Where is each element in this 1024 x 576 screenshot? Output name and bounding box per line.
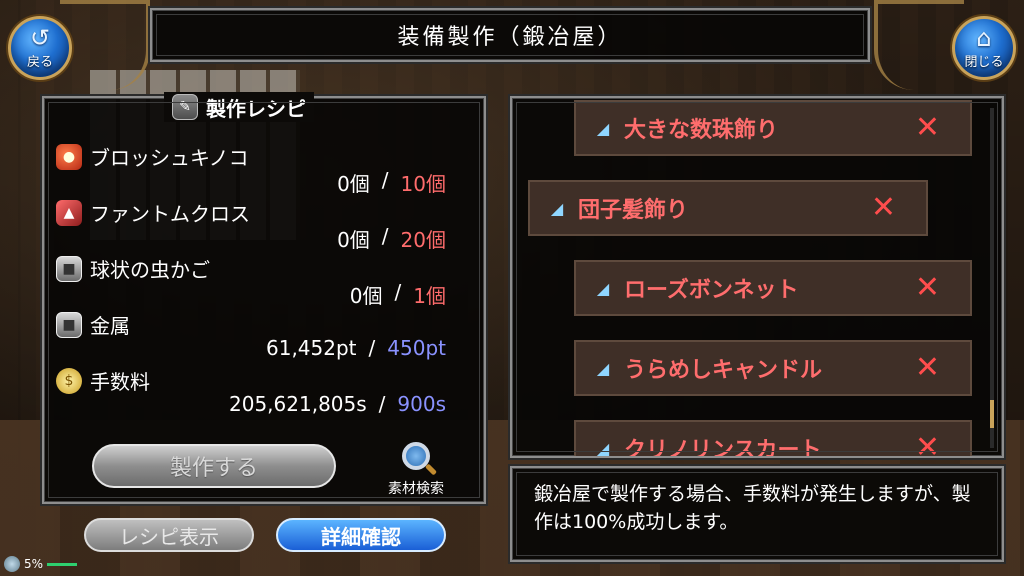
material-row: ● ブロッシュキノコ 0個 / 10個 (56, 142, 476, 198)
ornament-right (874, 0, 964, 90)
unavailable-icon: ✕ (870, 190, 896, 225)
material-row: ■ 球状の虫かご 0個 / 1個 (56, 254, 476, 310)
list-item-selected[interactable]: ◢ 団子髪飾り ✕ (528, 180, 928, 236)
home-icon: ⌂ (976, 23, 992, 52)
magnifier-icon (402, 442, 430, 470)
item-type-icon: ◢ (550, 198, 564, 218)
list-item[interactable]: ◢ 大きな数珠飾り ✕ (574, 100, 972, 156)
equipment-list-panel: ◢ 大きな数珠飾り ✕ ◢ 団子髪飾り ✕ ◢ ローズボンネット ✕ ◢ うらめ… (510, 96, 1004, 458)
quantity-separator: / (394, 280, 402, 304)
box-icon: ■ (56, 255, 82, 282)
material-need: 900s (397, 392, 446, 416)
material-name: 手数料 (90, 370, 150, 394)
material-need: 1個 (413, 284, 446, 308)
coin-icon: $ (56, 367, 82, 394)
material-quantity: 205,621,805s / 900s (229, 392, 446, 416)
material-have: 61,452pt (266, 336, 357, 360)
recipe-panel: ✎ 製作レシピ ● ブロッシュキノコ 0個 / 10個 ▲ ファントムクロス 0… (42, 92, 486, 504)
material-search-label: 素材検索 (388, 481, 444, 497)
craft-button[interactable]: 製作する (92, 444, 336, 488)
back-button-label: 戻る (26, 54, 53, 70)
list-item[interactable]: ◢ うらめしキャンドル ✕ (574, 340, 972, 396)
item-type-icon: ◢ (596, 438, 610, 458)
back-button[interactable]: ↺ 戻る (8, 16, 72, 80)
unavailable-icon: ✕ (914, 350, 940, 385)
detail-check-button[interactable]: 詳細確認 (276, 518, 446, 552)
item-name: ローズボンネット (624, 278, 799, 303)
material-row: ■ 金属 61,452pt / 450pt (56, 310, 476, 366)
recipe-title: 製作レシピ (206, 96, 306, 121)
material-quantity: 0個 / 20個 (337, 224, 446, 253)
material-have: 0個 (337, 172, 370, 196)
quantity-separator: / (381, 224, 389, 248)
recipe-header: ✎ 製作レシピ (164, 92, 314, 122)
ornament-left (60, 0, 150, 90)
status-percent: 5% (24, 557, 44, 571)
material-quantity: 0個 / 10個 (337, 168, 446, 197)
material-have: 205,621,805s (229, 392, 367, 416)
close-button-label: 閉じる (964, 54, 1004, 70)
mushroom-icon: ● (56, 143, 82, 170)
material-name: 球状の虫かご (90, 258, 210, 282)
material-name: 金属 (90, 314, 130, 338)
material-quantity: 61,452pt / 450pt (266, 336, 446, 360)
item-type-icon: ◢ (596, 358, 610, 378)
metal-icon: ■ (56, 311, 82, 338)
recipe-view-button[interactable]: レシピ表示 (84, 518, 254, 552)
back-arrow-icon: ↺ (29, 23, 51, 52)
item-name: 団子髪飾り (578, 198, 689, 223)
material-need: 10個 (400, 172, 446, 196)
item-name: クリノリンスカート (624, 438, 822, 458)
material-name: ファントムクロス (90, 202, 250, 226)
material-search-button[interactable]: 素材検索 (374, 442, 458, 502)
list-scrollbar[interactable] (990, 108, 994, 448)
unavailable-icon: ✕ (914, 270, 940, 305)
page-title: 装備製作（鍛冶屋） (397, 25, 623, 50)
recipe-icon: ✎ (172, 94, 198, 120)
quantity-separator: / (381, 168, 389, 192)
unavailable-icon: ✕ (914, 430, 940, 458)
material-quantity: 0個 / 1個 (350, 280, 446, 309)
unavailable-icon: ✕ (914, 110, 940, 145)
quantity-separator: / (368, 336, 376, 360)
info-message: 鍛冶屋で製作する場合、手数料が発生しますが、製作は100%成功します。 (534, 483, 971, 533)
material-have: 0個 (349, 284, 383, 308)
material-row: ▲ ファントムクロス 0個 / 20個 (56, 198, 476, 254)
material-have: 0個 (337, 228, 370, 252)
item-type-icon: ◢ (596, 278, 610, 298)
message-panel: 鍛冶屋で製作する場合、手数料が発生しますが、製作は100%成功します。 (510, 466, 1004, 562)
material-row: $ 手数料 205,621,805s / 900s (56, 366, 476, 422)
quantity-separator: / (378, 392, 386, 416)
item-type-icon: ◢ (596, 118, 610, 138)
cloth-icon: ▲ (56, 199, 82, 226)
material-need: 20個 (400, 228, 446, 252)
close-button[interactable]: ⌂ 閉じる (952, 16, 1016, 80)
list-item[interactable]: ◢ クリノリンスカート ✕ (574, 420, 972, 458)
material-name: ブロッシュキノコ (90, 146, 249, 170)
material-need: 450pt (387, 336, 446, 360)
status-orb-icon (4, 556, 20, 572)
item-name: うらめしキャンドル (624, 358, 823, 383)
status-indicator: 5% (4, 556, 78, 572)
list-item[interactable]: ◢ ローズボンネット ✕ (574, 260, 972, 316)
item-name: 大きな数珠飾り (624, 118, 779, 143)
status-bar (47, 562, 78, 566)
scrollbar-thumb[interactable] (990, 400, 994, 428)
title-bar: 装備製作（鍛冶屋） (150, 8, 870, 62)
